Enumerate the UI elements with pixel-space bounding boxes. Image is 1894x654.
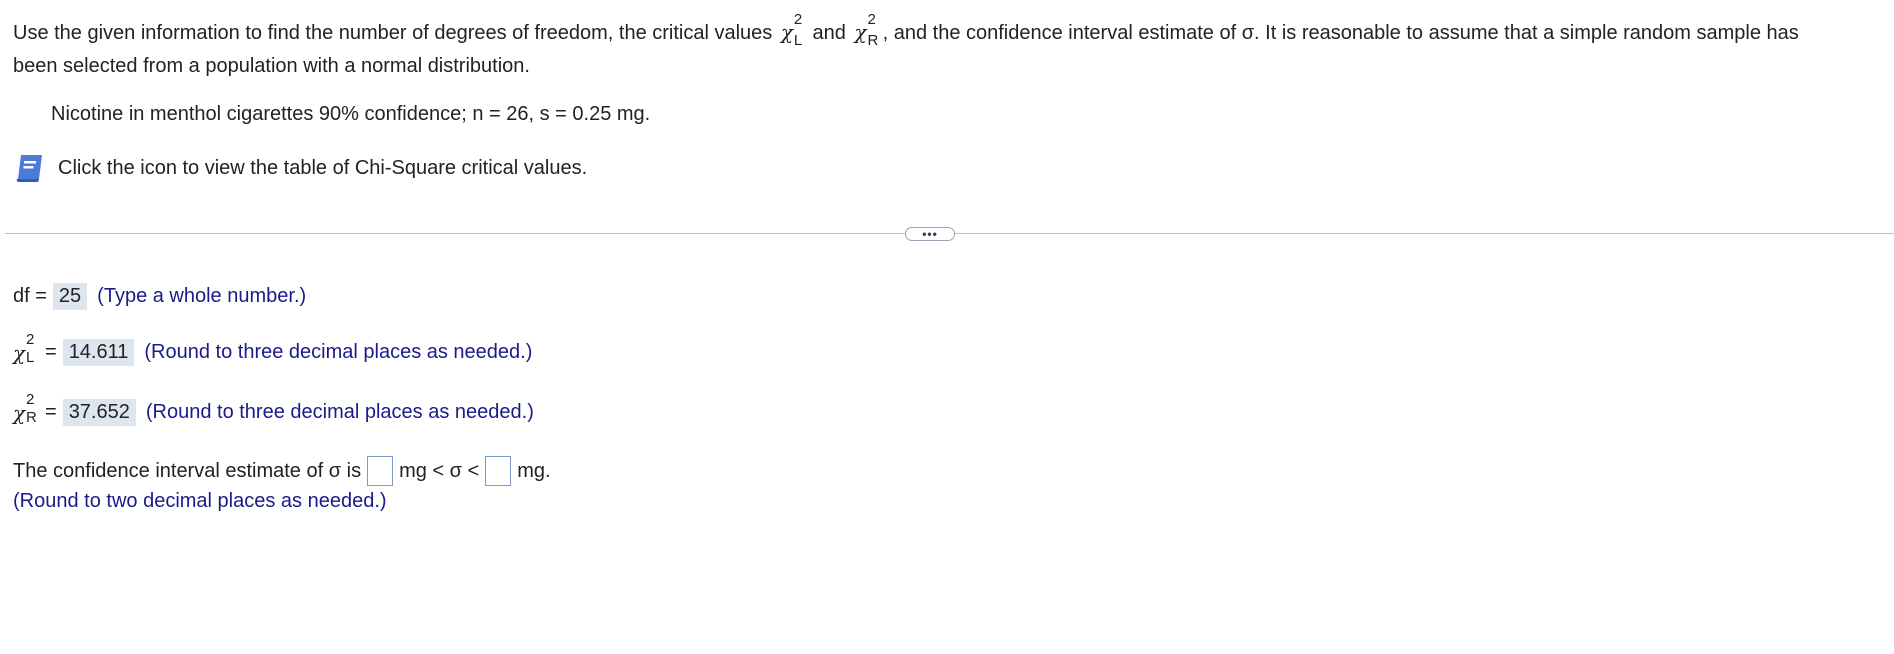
df-label: df = xyxy=(13,285,47,307)
chi-left-hint: (Round to three decimal places as needed… xyxy=(144,341,533,363)
book-icon[interactable] xyxy=(15,152,45,184)
chi-right-row: χ2R = 37.652 (Round to three decimal pla… xyxy=(13,390,534,426)
intro-line-1: Use the given information to find the nu… xyxy=(13,11,1883,49)
chi-square-left-symbol: χ2L xyxy=(780,11,803,49)
chi-left-answer[interactable]: 14.611 xyxy=(62,339,135,366)
ci-middle: mg < σ < xyxy=(399,459,480,482)
df-row: df = 25 (Type a whole number.) xyxy=(13,283,306,310)
chi-right-equals: = xyxy=(45,401,57,423)
ci-prefix: The confidence interval estimate of σ is xyxy=(13,459,362,482)
ci-row: The confidence interval estimate of σ is… xyxy=(13,456,551,486)
chi-left-equals: = xyxy=(45,341,57,363)
question-intro: Use the given information to find the nu… xyxy=(13,11,1883,83)
ci-upper-input[interactable] xyxy=(485,456,512,486)
chi-right-answer[interactable]: 37.652 xyxy=(62,399,136,426)
intro-text-part1: Use the given information to find the nu… xyxy=(13,22,773,44)
intro-text-part2: , and the confidence interval estimate o… xyxy=(882,22,1799,44)
intro-line-2: been selected from a population with a n… xyxy=(13,55,530,77)
df-hint: (Type a whole number.) xyxy=(97,285,307,307)
more-options-button[interactable]: ••• xyxy=(905,227,955,241)
chi-square-table-link[interactable]: Click the icon to view the table of Chi-… xyxy=(15,152,587,184)
ci-hint: (Round to two decimal places as needed.) xyxy=(13,490,387,512)
chi-right-hint: (Round to three decimal places as needed… xyxy=(145,401,534,423)
table-link-label[interactable]: Click the icon to view the table of Chi-… xyxy=(58,157,587,180)
given-information: Nicotine in menthol cigarettes 90% confi… xyxy=(51,103,651,125)
intro-text-and: and xyxy=(812,22,846,44)
ci-suffix: mg. xyxy=(517,459,551,482)
chi-left-symbol: χ2L xyxy=(13,330,35,366)
df-answer[interactable]: 25 xyxy=(52,283,88,310)
chi-right-symbol: χ2R xyxy=(13,390,37,426)
chi-left-row: χ2L = 14.611 (Round to three decimal pla… xyxy=(13,330,533,366)
ci-lower-input[interactable] xyxy=(367,456,394,486)
ellipsis-icon: ••• xyxy=(922,227,938,241)
chi-square-right-symbol: χ2R xyxy=(854,11,879,49)
